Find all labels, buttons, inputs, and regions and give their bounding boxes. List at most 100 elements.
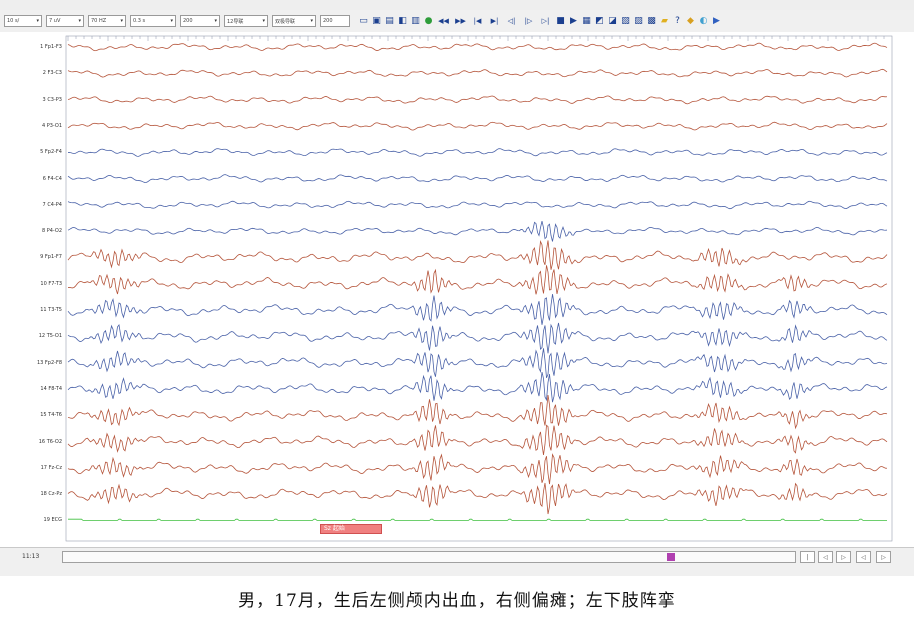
channel-label: 5 Fp2-F4 [40, 149, 62, 156]
rewind-icon[interactable]: ◀◀ [436, 15, 451, 28]
scroll-button[interactable]: ◁ [856, 551, 871, 563]
page-end-icon[interactable]: ▷| [538, 15, 553, 28]
chevron-down-icon: ▾ [120, 18, 123, 24]
lowcut-select-value: 70 HZ [91, 18, 107, 24]
channel-label: 13 Fp2-F8 [36, 359, 62, 366]
eeg-trace [67, 371, 888, 403]
sensitivity-select[interactable]: 7 uV ▾ [46, 15, 84, 27]
eeg-trace [67, 482, 888, 515]
folder-icon[interactable]: ▰ [659, 15, 670, 28]
menu-bar [0, 0, 914, 10]
montage-select-value: 10 s/ [7, 18, 20, 24]
note-icon[interactable]: ▧ [620, 15, 631, 28]
stop-icon[interactable]: ■ [555, 15, 566, 28]
channel-label: 11 T3-T5 [40, 307, 62, 313]
scroll-button[interactable]: ▷ [836, 551, 851, 563]
timeline-scrollbar[interactable] [62, 551, 796, 563]
help-icon[interactable]: ? [672, 15, 683, 28]
eeg-trace [67, 68, 888, 78]
eeg-trace [67, 424, 888, 456]
montage-select[interactable]: 10 s/ ▾ [4, 15, 42, 27]
eeg-trace [67, 322, 888, 354]
channel-label: 16 T6-O2 [38, 438, 62, 445]
export-icon[interactable]: ◧ [397, 15, 408, 28]
channel-label: 4 P3-O1 [41, 122, 62, 129]
time-readout: 11:13 [22, 553, 40, 560]
seizure-event-marker[interactable]: Sz 起始 [320, 524, 382, 534]
print-icon[interactable]: ▤ [384, 15, 395, 28]
scroll-button[interactable]: ▷ [876, 551, 891, 563]
page-input-value: 200 [323, 18, 333, 24]
eeg-trace [67, 121, 888, 131]
figure-caption: 男，17月，生后左侧颅内出血，右侧偏瘫；左下肢阵挛 [238, 591, 676, 611]
channel-label: 6 F4-C4 [42, 175, 62, 182]
channel-label: 15 T4-T6 [40, 412, 62, 419]
open-icon[interactable]: ▭ [358, 15, 369, 28]
fast-forward-icon[interactable]: ▶▶ [453, 15, 468, 28]
channel-label: 12 T5-O1 [38, 333, 62, 340]
marker-icon[interactable]: ◪ [607, 15, 618, 28]
eeg-trace [67, 42, 888, 52]
channels-select[interactable]: 双极导联 ▾ [272, 15, 316, 27]
status-bar: 11:13 | ◁ ▷ ◁ ▷ [0, 547, 914, 576]
eeg-trace [67, 294, 888, 325]
eeg-trace [67, 148, 888, 157]
eeg-viewer-window: 10 s/▾ 7 uV ▾ 70 HZ ▾ 0.3 s ▾ 200 ▾ 12导联 ▾ 双极导联 ▾ 200… [0, 0, 914, 576]
eeg-trace [67, 348, 888, 379]
channels-select-value: 双极导联 [275, 18, 296, 25]
chevron-down-icon: ▾ [36, 18, 39, 24]
channel-label: 17 Fz-Cz [40, 464, 62, 471]
video-icon[interactable]: ◩ [594, 15, 605, 28]
eeg-trace [67, 453, 888, 485]
channel-label: 2 F3-C3 [42, 70, 62, 77]
chevron-down-icon: ▾ [262, 18, 265, 24]
notch-select-value: 200 [183, 18, 193, 24]
speed-select-value: 12导联 [227, 18, 244, 25]
channel-label: 14 F8-T4 [40, 385, 62, 392]
channel-label: 18 Cz-Pz [40, 491, 62, 498]
lowcut-select[interactable]: 70 HZ ▾ [88, 15, 126, 27]
shield-icon[interactable]: ◆ [685, 15, 696, 28]
sensitivity-select-value: 7 uV [49, 18, 61, 24]
eeg-trace [67, 221, 888, 242]
chevron-down-icon: ▾ [170, 18, 173, 24]
page-input[interactable]: 200 [320, 15, 350, 27]
eeg-trace [68, 518, 887, 521]
speed-select[interactable]: 12导联 ▾ [224, 15, 268, 27]
highcut-select-value: 0.3 s [133, 18, 146, 24]
chevron-down-icon: ▾ [78, 18, 81, 24]
page-back-icon[interactable]: ◁| [504, 15, 519, 28]
scroll-button[interactable]: ◁ [818, 551, 833, 563]
page-forward-icon[interactable]: |▷ [521, 15, 536, 28]
step-back-icon[interactable]: |◀ [470, 15, 485, 28]
play-icon[interactable]: ▶ [568, 15, 579, 28]
highcut-select[interactable]: 0.3 s ▾ [130, 15, 176, 27]
eeg-trace [67, 174, 888, 183]
eeg-trace-panel[interactable]: 1 Fp1-F3 2 F3-C3 3 C3-P3 4 P3-O1 5 Fp2-F4 6 F… [0, 32, 914, 547]
report-icon[interactable]: ▦ [581, 15, 592, 28]
save-icon[interactable]: ▣ [371, 15, 382, 28]
channel-label: 1 Fp1-F3 [40, 44, 62, 50]
channel-label: 10 F7-T3 [40, 280, 62, 287]
refresh-icon[interactable]: ● [423, 15, 434, 28]
montage-icon[interactable]: ▥ [410, 15, 421, 28]
channel-label: 8 P4-O2 [41, 228, 62, 235]
chevron-down-icon: ▾ [214, 18, 217, 24]
channel-label: 9 Fp1-F7 [40, 254, 62, 261]
eeg-trace [67, 395, 888, 430]
eeg-trace [67, 265, 888, 295]
chevron-down-icon: ▾ [310, 18, 313, 24]
scroll-button[interactable]: | [800, 551, 815, 563]
step-forward-icon[interactable]: ▶| [487, 15, 502, 28]
exit-icon[interactable]: ▶ [711, 15, 722, 28]
eeg-trace [67, 95, 888, 105]
scrollbar-thumb[interactable] [667, 553, 675, 561]
channel-label: 19 ECG [43, 517, 62, 524]
settings-icon[interactable]: ▩ [646, 15, 657, 28]
eeg-trace [67, 200, 888, 210]
photic-icon[interactable]: ◐ [698, 15, 709, 28]
eeg-traces [65, 35, 893, 542]
notch-select[interactable]: 200 ▾ [180, 15, 220, 27]
channel-label: 3 C3-P3 [42, 96, 62, 103]
analysis-icon[interactable]: ▨ [633, 15, 644, 28]
